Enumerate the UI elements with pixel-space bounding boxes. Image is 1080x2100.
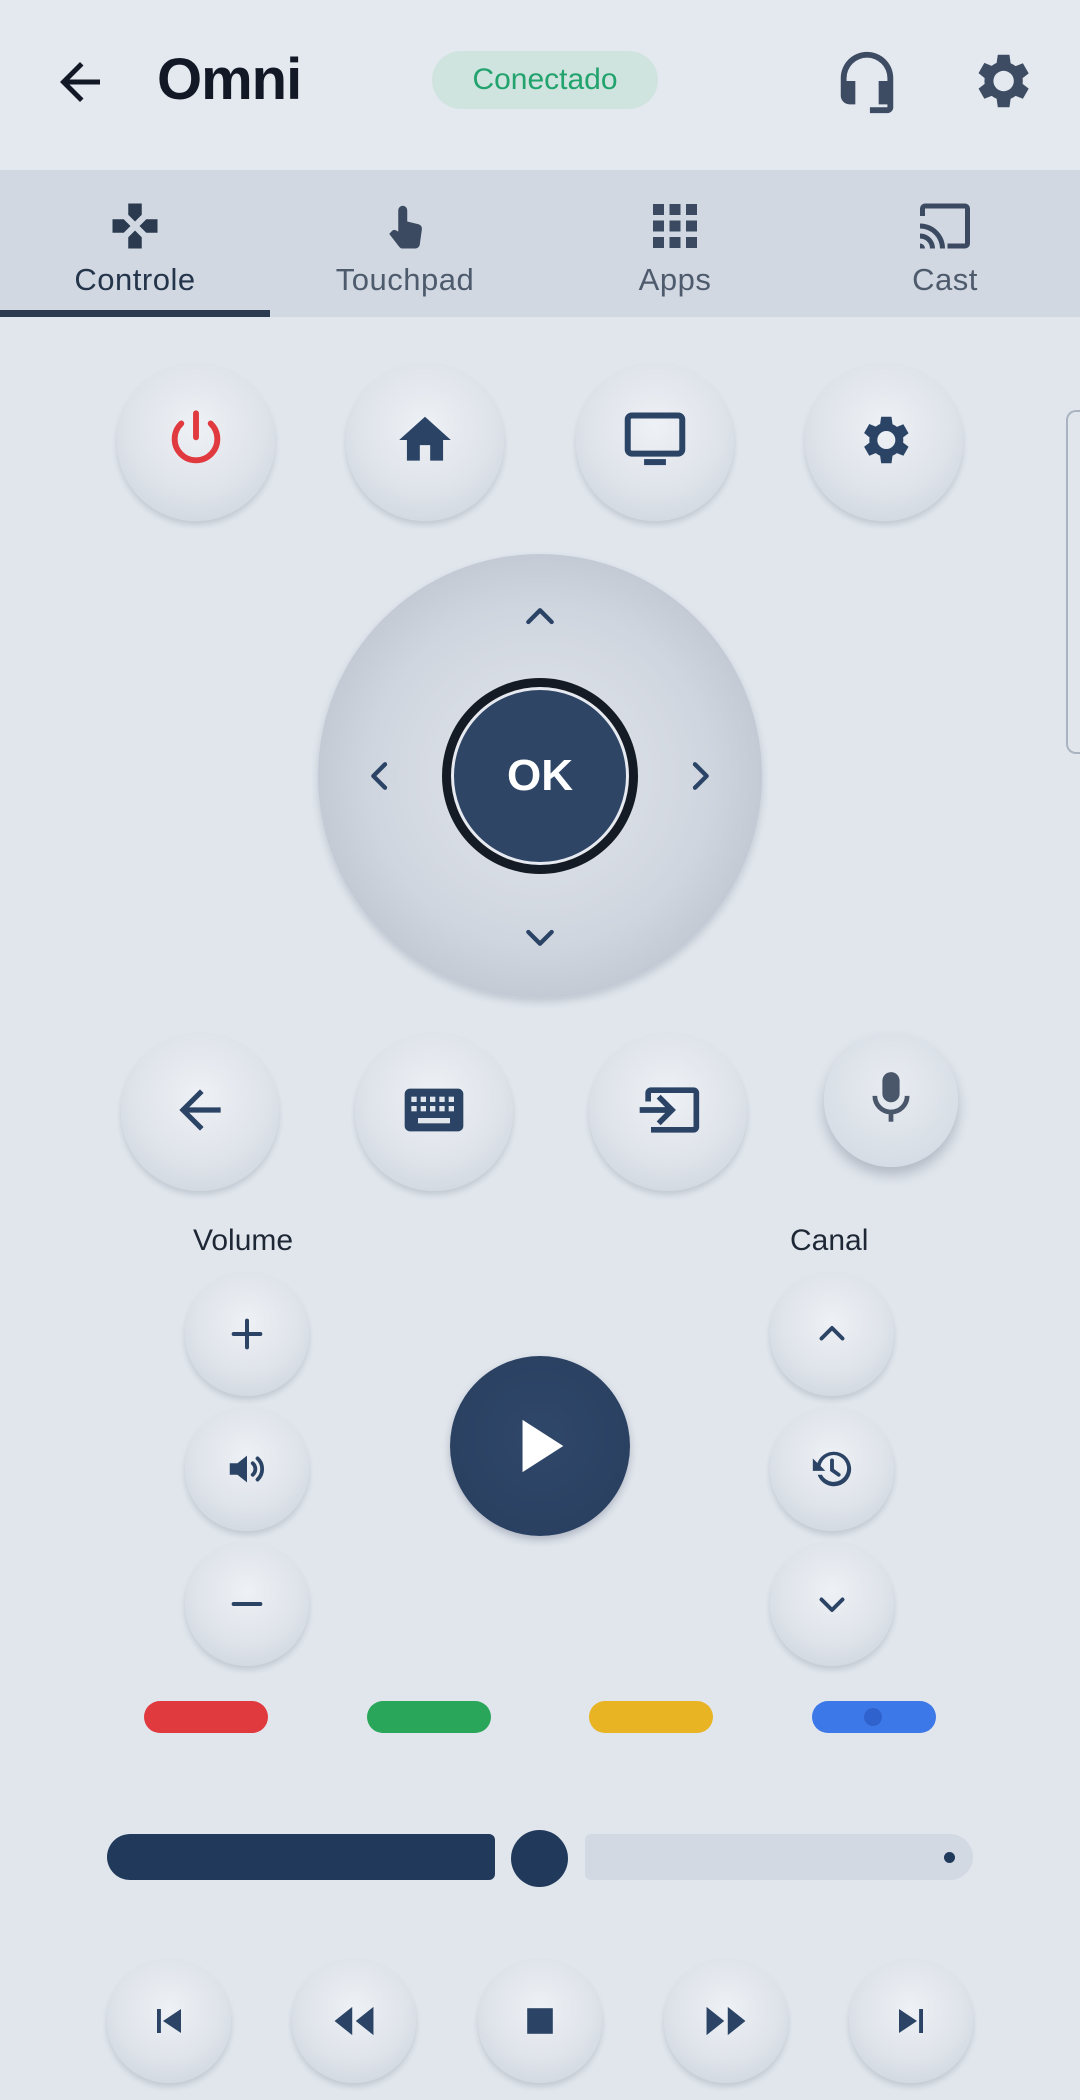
- tab-indicator: [0, 310, 270, 317]
- tab-label: Touchpad: [335, 262, 475, 297]
- progress-end-dot: [944, 1852, 955, 1863]
- skip-previous-button[interactable]: [107, 1959, 231, 2083]
- chevron-down-icon: [526, 929, 554, 946]
- settings-icon: [853, 409, 915, 476]
- channel-up-button[interactable]: [770, 1272, 894, 1396]
- grid-icon: [651, 198, 699, 254]
- channel-history-button[interactable]: [770, 1407, 894, 1531]
- skip-next-button[interactable]: [849, 1959, 973, 2083]
- dpad-down-button[interactable]: [510, 907, 570, 967]
- home-button[interactable]: [346, 363, 504, 521]
- rewind-icon: [334, 2006, 374, 2036]
- power-icon: [164, 408, 228, 477]
- cast-icon: [915, 198, 975, 254]
- keyboard-button[interactable]: [355, 1033, 513, 1191]
- dpad-right-button[interactable]: [670, 746, 730, 806]
- progress-thumb[interactable]: [511, 1830, 568, 1887]
- tab-touchpad[interactable]: Touchpad: [270, 170, 540, 317]
- app-bar: Omni Conectado: [0, 0, 1080, 170]
- tab-cast[interactable]: Cast: [810, 170, 1080, 317]
- back-arrow-icon[interactable]: [50, 52, 110, 112]
- tab-controle[interactable]: Controle: [0, 170, 270, 317]
- green-key[interactable]: [367, 1701, 491, 1733]
- blue-key[interactable]: [812, 1701, 936, 1733]
- volume-up-button[interactable]: [185, 1272, 309, 1396]
- play-button[interactable]: [450, 1356, 630, 1536]
- red-key[interactable]: [144, 1701, 268, 1733]
- tab-label: Cast: [912, 262, 978, 297]
- tab-bar: Controle Touchpad Apps Cast: [0, 170, 1080, 317]
- ok-button-ring: OK: [442, 678, 638, 874]
- ok-button[interactable]: OK: [451, 687, 629, 865]
- chevron-up-icon: [819, 1326, 845, 1341]
- plus-icon: [231, 1318, 263, 1350]
- gamepad-icon: [108, 198, 162, 254]
- power-button[interactable]: [117, 363, 275, 521]
- dpad-up-button[interactable]: [510, 587, 570, 647]
- chevron-right-icon: [692, 762, 709, 790]
- yellow-key[interactable]: [589, 1701, 713, 1733]
- progress-fill: [107, 1834, 495, 1880]
- skip-next-icon: [899, 2009, 923, 2033]
- status-badge: Conectado: [432, 51, 658, 109]
- input-button[interactable]: [589, 1033, 747, 1191]
- side-panel-handle[interactable]: [1066, 410, 1080, 754]
- rewind-button[interactable]: [292, 1959, 416, 2083]
- tab-label: Controle: [74, 262, 196, 297]
- stop-icon: [527, 2008, 553, 2034]
- minus-icon: [231, 1602, 263, 1606]
- tv-icon: [622, 410, 688, 475]
- volume-label: Volume: [193, 1224, 294, 1257]
- chevron-left-icon: [371, 762, 388, 790]
- touch-icon: [378, 198, 432, 254]
- history-icon: [812, 1451, 852, 1487]
- chevron-up-icon: [526, 608, 554, 625]
- back-icon: [169, 1079, 231, 1146]
- settings-button[interactable]: [805, 363, 963, 521]
- fast-forward-icon: [706, 2006, 746, 2036]
- volume-down-button[interactable]: [185, 1542, 309, 1666]
- stop-button[interactable]: [478, 1959, 602, 2083]
- mic-button[interactable]: [824, 1033, 958, 1167]
- volume-icon: [229, 1455, 265, 1483]
- gear-icon[interactable]: [966, 46, 1036, 116]
- back-button[interactable]: [121, 1033, 279, 1191]
- home-icon: [394, 409, 456, 476]
- tab-apps[interactable]: Apps: [540, 170, 810, 317]
- channel-down-button[interactable]: [770, 1542, 894, 1666]
- mute-button[interactable]: [185, 1407, 309, 1531]
- tv-button[interactable]: [576, 363, 734, 521]
- fast-forward-button[interactable]: [664, 1959, 788, 2083]
- play-icon: [522, 1419, 564, 1473]
- input-icon: [634, 1081, 702, 1144]
- dpad-left-button[interactable]: [350, 746, 410, 806]
- chevron-down-icon: [819, 1597, 845, 1612]
- headset-icon[interactable]: [832, 46, 902, 116]
- page-title: Omni: [157, 47, 302, 112]
- skip-previous-icon: [157, 2009, 181, 2033]
- blue-key-dot: [864, 1708, 882, 1726]
- channel-label: Canal: [790, 1224, 869, 1257]
- mic-icon: [865, 1070, 917, 1131]
- tab-label: Apps: [638, 262, 712, 297]
- keyboard-icon: [402, 1085, 466, 1140]
- progress-track[interactable]: [585, 1834, 973, 1880]
